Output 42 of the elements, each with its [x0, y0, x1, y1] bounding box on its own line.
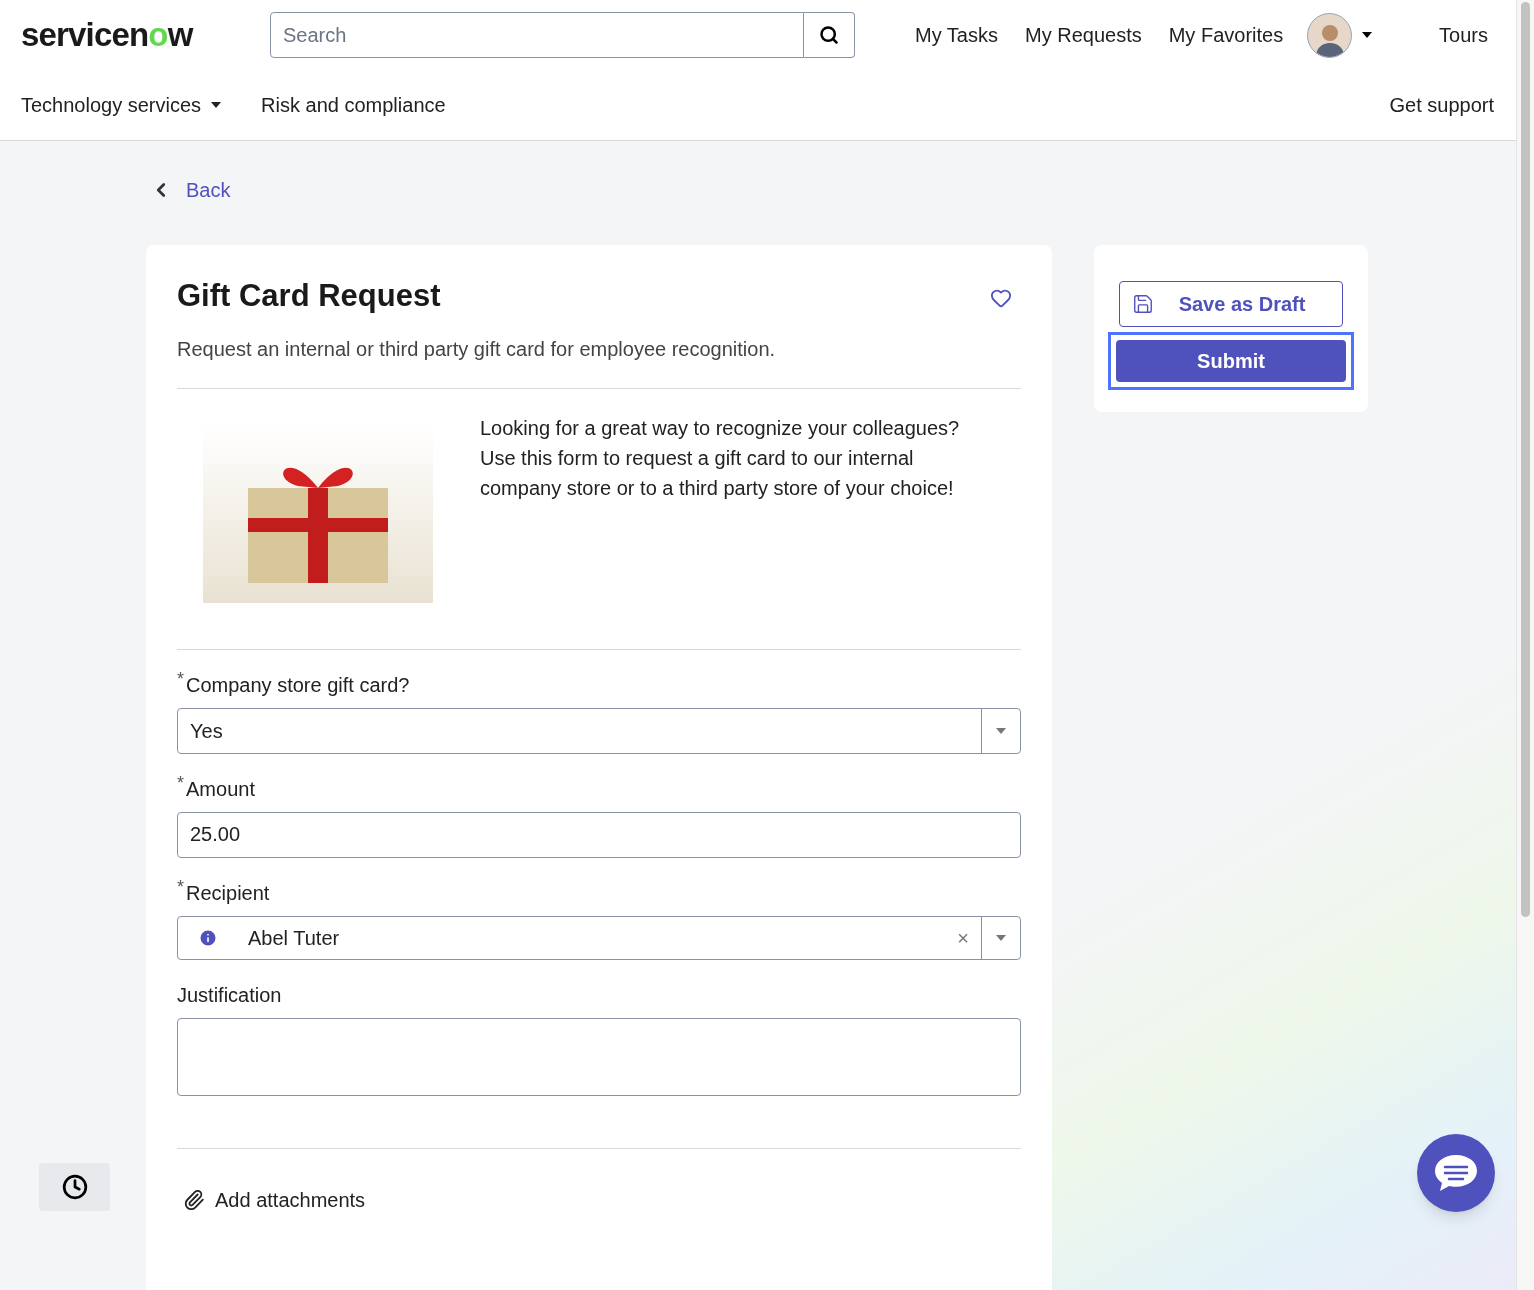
paperclip-icon [183, 1188, 205, 1211]
clear-button[interactable]: × [945, 916, 981, 959]
field-label: Justification [177, 982, 282, 1008]
caret-icon [1362, 32, 1373, 38]
menu-item[interactable]: Risk and compliance [261, 90, 446, 120]
nav-link[interactable]: My Requests [1025, 20, 1142, 50]
add-attachments-link[interactable]: Add attachments [183, 1184, 366, 1215]
search-button[interactable] [804, 12, 855, 58]
info-icon [198, 927, 218, 948]
reference-field[interactable]: Abel Tuter × [177, 915, 1021, 960]
amount-input-field[interactable]: 25.00 [177, 811, 1021, 858]
select-field[interactable]: Yes [177, 707, 1021, 754]
history-button[interactable] [39, 1163, 110, 1211]
nav-link[interactable]: My Favorites [1168, 20, 1284, 50]
dropdown-caret-icon [211, 102, 222, 108]
back-link[interactable]: Back [150, 175, 231, 205]
form-title: Gift Card Request [177, 277, 441, 315]
field-label: Company store gift card? [186, 672, 410, 698]
intro-text: Looking for a great way to recognize your colleagues? Use this form to request a gift card to our internal company store or to a third party store of your choice! [480, 415, 961, 501]
tours-link[interactable]: Tours [1439, 20, 1488, 50]
field-label: Amount [186, 776, 255, 802]
caret-icon [996, 727, 1006, 734]
nav-link[interactable]: My Tasks [915, 20, 998, 50]
logo[interactable]: servicenow [21, 10, 270, 60]
search-field[interactable]: Search [270, 12, 804, 58]
justification-text-area[interactable] [177, 1017, 1021, 1096]
avatar-menu-button[interactable] [1307, 12, 1373, 58]
menu-item[interactable]: Technology services [21, 90, 222, 120]
required-asterisk: * [177, 773, 184, 792]
field-label: Recipient [186, 880, 270, 906]
required-asterisk: * [177, 669, 184, 688]
save-as-draft-button[interactable]: Save as Draft [1119, 281, 1343, 327]
required-asterisk: * [177, 877, 184, 896]
chat-bubble-icon [1433, 1153, 1479, 1193]
search-icon [819, 25, 839, 45]
chat-button[interactable] [1417, 1134, 1495, 1212]
submit-button[interactable]: Submit [1116, 340, 1346, 382]
favorite-heart-icon[interactable] [990, 287, 1012, 309]
form-description: Request an internal or third party gift card for employee recognition. [177, 336, 777, 362]
clock-icon [61, 1174, 88, 1200]
caret-icon [996, 934, 1006, 941]
get-support-link[interactable]: Get support [1389, 90, 1494, 120]
